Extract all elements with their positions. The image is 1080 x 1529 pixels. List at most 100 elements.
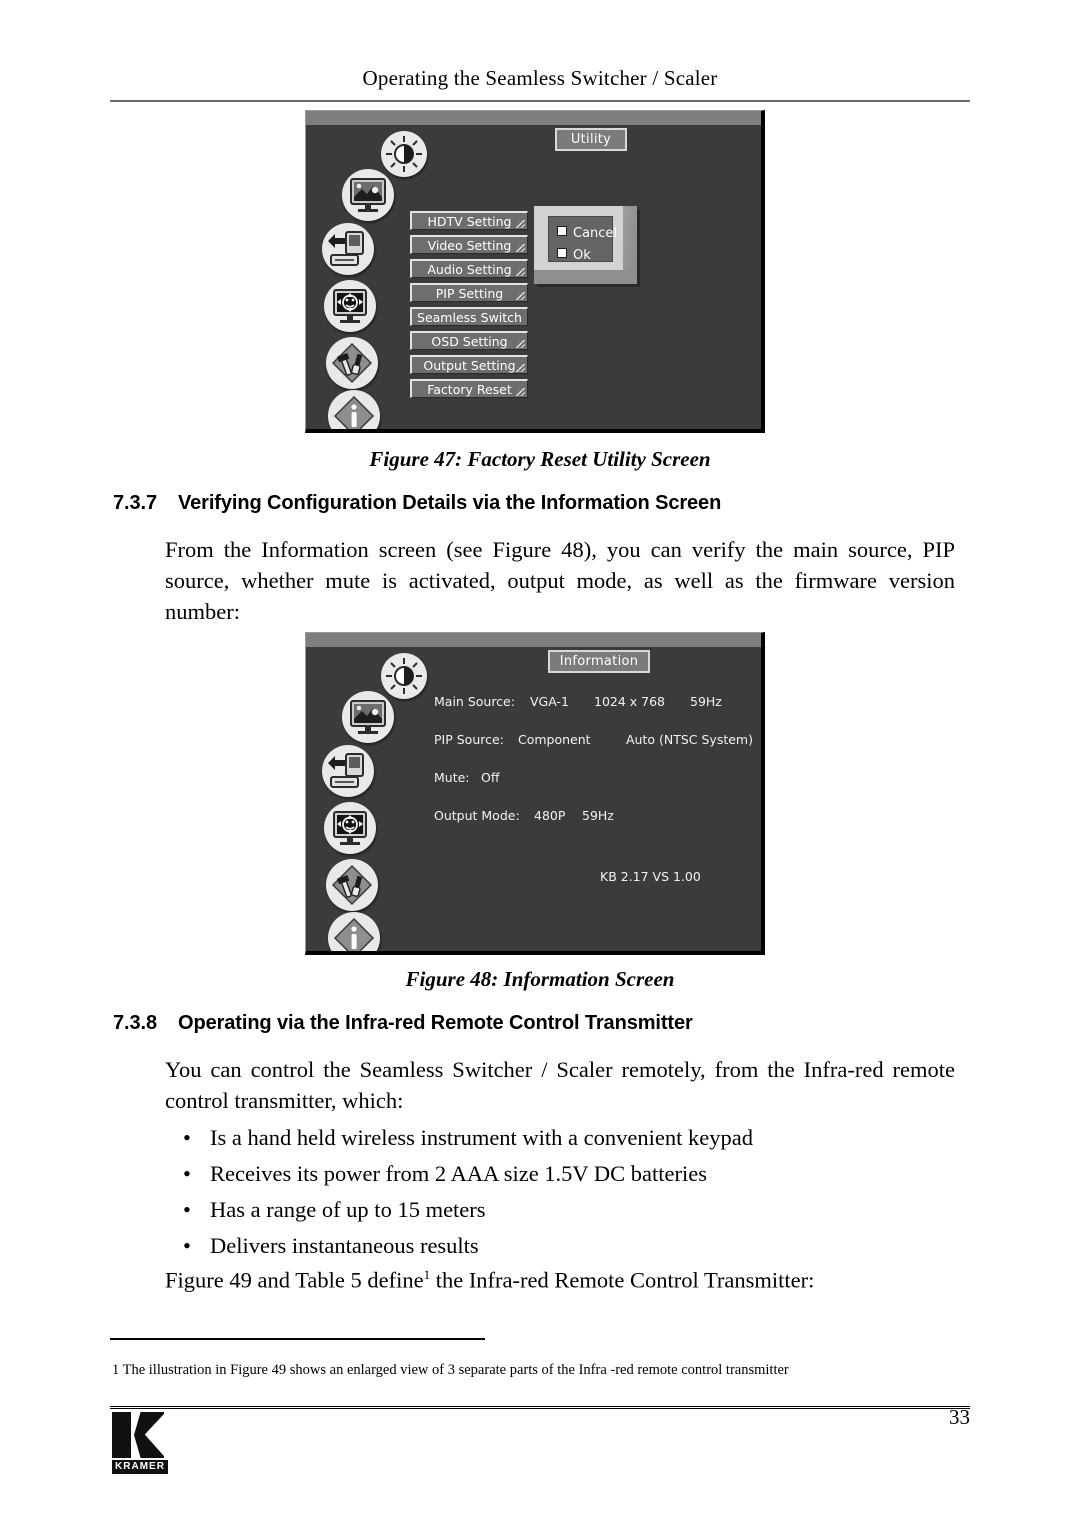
footnote-separator	[110, 1338, 485, 1340]
logo-bar	[112, 1412, 131, 1458]
information-icon[interactable]	[328, 912, 380, 951]
info-extra-refresh: 59Hz	[690, 694, 722, 709]
factory-reset-confirm-dialog: Cancel Ok	[534, 206, 637, 284]
footnote-text: 1 The illustration in Figure 49 shows an…	[112, 1362, 789, 1378]
information-icon[interactable]	[328, 390, 380, 429]
running-header: Operating the Seamless Switcher / Scaler	[362, 66, 718, 90]
list-item: • Is a hand held wireless instrument wit…	[165, 1120, 965, 1156]
tools-setup-icon[interactable]	[326, 859, 378, 911]
resize-grip-icon	[516, 268, 525, 276]
section-7-3-7-paragraph: From the Information screen (see Figure …	[165, 537, 955, 624]
info-extra-resolution: 1024 x 768	[594, 694, 666, 709]
closing-text-post: the Infra-red Remote Control Transmitter…	[430, 1267, 815, 1293]
list-item: • Delivers instantaneous results	[165, 1228, 965, 1264]
info-label: Output Mode:	[434, 808, 520, 823]
list-item: • Has a range of up to 15 meters	[165, 1192, 965, 1228]
info-label: Mute:	[434, 770, 470, 785]
menu-item-osd-setting[interactable]: OSD Setting	[410, 331, 528, 350]
section-title: Verifying Configuration Details via the …	[178, 492, 722, 514]
figure-47-utility-screen: Utility HDTV Setting Video Setting Audio…	[305, 110, 765, 433]
menu-item-label: Output Setting	[423, 358, 516, 373]
list-item-label: Receives its power from 2 AAA size 1.5V …	[210, 1161, 707, 1186]
dialog-option-label: Cancel	[573, 226, 618, 241]
osd-face-icon[interactable]	[324, 802, 376, 854]
info-value: 480P	[534, 808, 566, 823]
menu-item-label: Factory Reset	[427, 382, 512, 397]
menu-item-label: Video Setting	[427, 238, 512, 253]
utility-menu-list: HDTV Setting Video Setting Audio Setting…	[410, 211, 528, 398]
info-label: PIP Source:	[434, 732, 504, 747]
brightness-contrast-icon[interactable]	[381, 653, 427, 699]
menu-item-video-setting[interactable]: Video Setting	[410, 235, 528, 254]
info-extra-system: Auto (NTSC System)	[626, 732, 753, 747]
list-item-label: Has a range of up to 15 meters	[210, 1197, 486, 1222]
info-value: VGA-1	[530, 694, 569, 709]
section-number: 7.3.8	[113, 1012, 157, 1034]
bullet-icon: •	[183, 1197, 191, 1222]
menu-item-label: OSD Setting	[431, 334, 508, 349]
bullet-square-icon	[557, 248, 567, 258]
picture-monitor-icon[interactable]	[342, 169, 394, 221]
osd-face-icon[interactable]	[324, 280, 376, 332]
bullet-icon: •	[183, 1161, 191, 1186]
bullet-square-icon	[557, 226, 567, 236]
header-rule	[110, 100, 970, 102]
picture-monitor-icon[interactable]	[342, 691, 394, 743]
section-heading-7-3-7: 7.3.7 Verifying Configuration Details vi…	[113, 492, 973, 518]
info-row-mute: Mute: Off	[434, 770, 744, 785]
document-page: Operating the Seamless Switcher / Scaler…	[0, 0, 1080, 1529]
osd-body: Information Main Source: VGA-1 1024 x 76…	[312, 647, 756, 951]
menu-item-hdtv-setting[interactable]: HDTV Setting	[410, 211, 528, 230]
dialog-panel: Cancel Ok	[548, 216, 617, 263]
info-row-pip-source: PIP Source: Component Auto (NTSC System)	[434, 732, 753, 747]
info-firmware-version: KB 2.17 VS 1.00	[600, 869, 701, 884]
osd-top-bar	[306, 111, 761, 125]
bullet-icon: •	[183, 1125, 191, 1150]
dialog-option-cancel[interactable]: Cancel	[557, 226, 617, 241]
osd-top-bar	[306, 633, 761, 647]
osd-title-utility: Utility	[555, 128, 627, 151]
kramer-k-icon	[112, 1412, 174, 1458]
menu-item-factory-reset[interactable]: Factory Reset	[410, 379, 528, 398]
dialog-option-ok[interactable]: Ok	[557, 248, 591, 263]
input-source-icon[interactable]	[322, 745, 374, 797]
menu-item-label: HDTV Setting	[427, 214, 512, 229]
info-row-main-source: Main Source: VGA-1 1024 x 768 59Hz	[434, 694, 744, 709]
info-row-output-mode: Output Mode: 480P 59Hz	[434, 808, 744, 823]
figure-47-caption: Figure 47: Factory Reset Utility Screen	[369, 447, 711, 471]
resize-grip-icon	[516, 388, 525, 396]
figure-48-information-screen: Information Main Source: VGA-1 1024 x 76…	[305, 632, 765, 955]
menu-item-pip-setting[interactable]: PIP Setting	[410, 283, 528, 302]
logo-wordmark: KRAMER	[112, 1460, 168, 1474]
osd-body: Utility HDTV Setting Video Setting Audio…	[312, 125, 756, 429]
figure-48-caption: Figure 48: Information Screen	[405, 967, 675, 991]
footer-rule	[110, 1406, 970, 1409]
input-source-icon[interactable]	[322, 223, 374, 275]
section-7-3-8-paragraph: You can control the Seamless Switcher / …	[165, 1057, 955, 1113]
resize-grip-icon	[516, 364, 525, 372]
dialog-bevel-bottom	[534, 270, 637, 284]
resize-grip-icon	[516, 292, 525, 300]
brightness-contrast-icon[interactable]	[381, 131, 427, 177]
logo-wedge	[134, 1412, 164, 1458]
menu-item-output-setting[interactable]: Output Setting	[410, 355, 528, 374]
menu-item-label: Audio Setting	[427, 262, 512, 277]
menu-item-audio-setting[interactable]: Audio Setting	[410, 259, 528, 278]
dialog-option-label: Ok	[573, 248, 591, 263]
section-title: Operating via the Infra-red Remote Contr…	[178, 1012, 693, 1034]
menu-item-seamless-switch[interactable]: Seamless Switch	[410, 307, 528, 326]
menu-item-label: PIP Setting	[435, 286, 504, 301]
closing-text-pre: Figure 49 and Table 5 define	[165, 1267, 424, 1293]
page-number: 33	[949, 1405, 970, 1429]
remote-features-list: • Is a hand held wireless instrument wit…	[165, 1120, 965, 1264]
section-heading-7-3-8: 7.3.8 Operating via the Infra-red Remote…	[113, 1012, 973, 1038]
section-number: 7.3.7	[113, 492, 157, 514]
kramer-logo: KRAMER	[112, 1412, 174, 1474]
tools-setup-icon[interactable]	[326, 337, 378, 389]
list-item: • Receives its power from 2 AAA size 1.5…	[165, 1156, 965, 1192]
info-extra-refresh: 59Hz	[582, 808, 614, 823]
resize-grip-icon	[516, 340, 525, 348]
bullet-icon: •	[183, 1233, 191, 1258]
resize-grip-icon	[516, 220, 525, 228]
info-value: Off	[481, 770, 500, 785]
